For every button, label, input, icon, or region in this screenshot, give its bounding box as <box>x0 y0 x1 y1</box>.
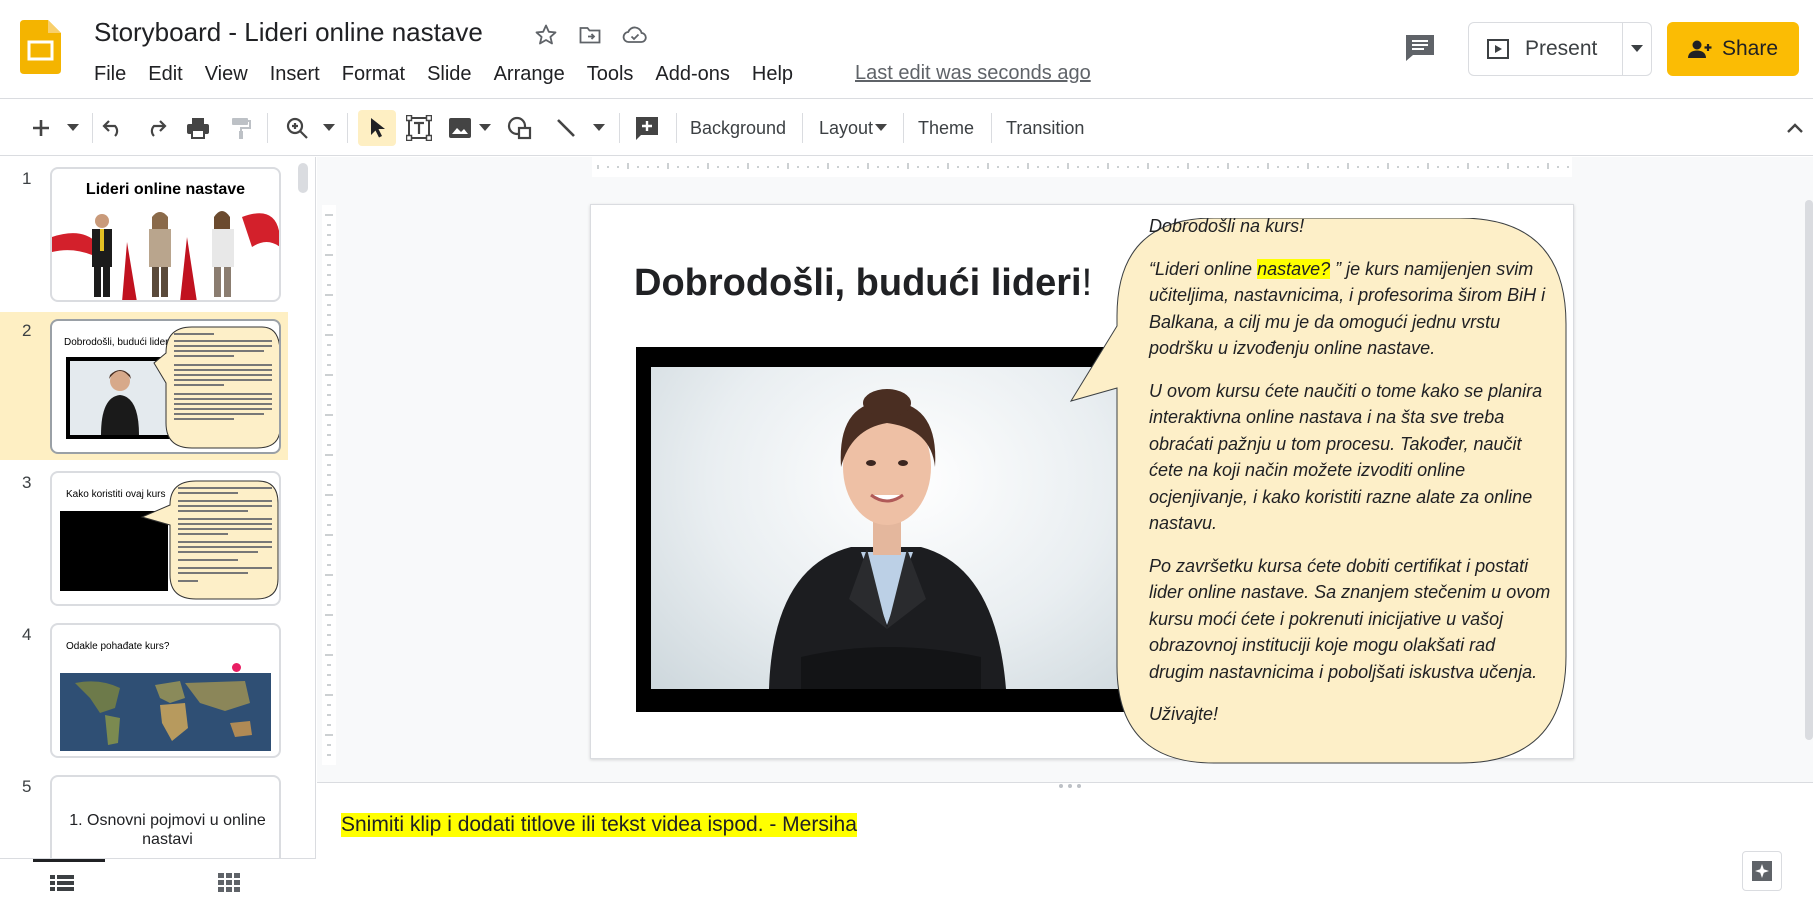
zoom-icon[interactable] <box>280 110 314 146</box>
speaker-notes-panel[interactable] <box>317 782 1813 906</box>
present-icon <box>1487 39 1509 59</box>
share-label: Share <box>1721 37 1779 60</box>
menu-arrange[interactable]: Arrange <box>483 60 576 89</box>
slide-number: 5 <box>22 777 32 796</box>
shape-icon[interactable] <box>503 110 537 146</box>
menu-slide[interactable]: Slide <box>416 60 482 89</box>
theme-button[interactable]: Theme <box>918 110 974 146</box>
businesswoman-photo[interactable] <box>651 367 1119 689</box>
print-icon[interactable] <box>181 110 215 146</box>
paint-format-icon[interactable] <box>224 110 258 146</box>
filmstrip-view-tabs <box>0 858 316 906</box>
vertical-ruler[interactable] <box>322 205 336 765</box>
filmstrip-view-icon[interactable] <box>50 873 74 898</box>
slide-thumbnail-4[interactable]: Odakle pohađate kurs? <box>50 623 281 758</box>
new-slide-layout-dropdown-icon[interactable] <box>62 110 84 146</box>
star-icon[interactable] <box>533 22 559 48</box>
present-label: Present <box>1525 37 1598 60</box>
add-comment-icon[interactable] <box>630 110 664 146</box>
world-map-thumbnail <box>60 673 271 751</box>
menu-view[interactable]: View <box>194 60 259 89</box>
slide-thumbnail-1[interactable]: Lideri online nastave <box>50 167 281 302</box>
select-pointer-icon[interactable] <box>358 110 396 146</box>
hide-menus-chevron-up-icon[interactable] <box>1780 110 1810 146</box>
document-title[interactable]: Storyboard - Lideri online nastave <box>94 17 483 48</box>
menu-edit[interactable]: Edit <box>137 60 193 89</box>
transition-button[interactable]: Transition <box>1006 110 1084 146</box>
slides-logo-icon[interactable] <box>20 20 61 74</box>
new-slide-icon[interactable] <box>22 110 60 146</box>
image-dropdown-icon[interactable] <box>475 110 495 146</box>
menu-help[interactable]: Help <box>741 60 804 89</box>
person-add-icon <box>1687 39 1712 59</box>
comments-icon[interactable] <box>1402 30 1438 66</box>
image-icon[interactable] <box>443 110 477 146</box>
horizontal-ruler[interactable] <box>592 157 1572 177</box>
slide-thumbnail-2[interactable]: Dobrodošli, budući lideri! <box>50 319 281 454</box>
slide-number: 3 <box>22 473 32 492</box>
slide-thumbnail-title: Lideri online nastave <box>85 181 246 198</box>
menu-file[interactable]: File <box>83 60 137 89</box>
slide-number: 2 <box>22 321 32 340</box>
line-icon[interactable] <box>549 110 583 146</box>
caret-down-icon <box>875 124 888 131</box>
menu-insert[interactable]: Insert <box>259 60 331 89</box>
menu-tools[interactable]: Tools <box>576 60 645 89</box>
slide-number: 1 <box>22 169 32 188</box>
filmstrip-scrollbar[interactable] <box>298 163 308 193</box>
cloud-saved-icon[interactable] <box>622 22 648 48</box>
slide-thumbnail-title: 1. Osnovni pojmovi u online nastavi <box>69 812 266 848</box>
zoom-dropdown-icon[interactable] <box>318 110 340 146</box>
callout-greeting: Dobrodošli na kurs! <box>1149 216 1305 236</box>
menu-add-ons[interactable]: Add-ons <box>644 60 741 89</box>
slide-number: 4 <box>22 625 32 644</box>
menu-format[interactable]: Format <box>331 60 416 89</box>
canvas-scrollbar[interactable] <box>1805 200 1813 740</box>
thumbnail-leaders-illustration <box>52 211 279 300</box>
grid-view-icon[interactable] <box>218 873 240 898</box>
callout-paragraph-2: U ovom kursu ćete naučiti o tome kako se… <box>1149 380 1543 534</box>
share-button[interactable]: Share <box>1667 22 1799 76</box>
explore-sparkle-icon <box>1752 861 1772 881</box>
callout-text[interactable]: Dobrodošli na kurs! “Lideri online nasta… <box>1149 213 1554 744</box>
callout-paragraph-1: “Lideri online nastave? ” je kurs namije… <box>1149 258 1546 358</box>
explore-button[interactable] <box>1742 851 1782 891</box>
layout-label: Layout <box>819 117 874 138</box>
present-button[interactable]: Present <box>1468 22 1623 76</box>
menu-bar: File Edit View Insert Format Slide Arran… <box>83 60 804 89</box>
last-edit-link[interactable]: Last edit was seconds ago <box>855 62 1091 85</box>
notes-resize-handle[interactable] <box>1055 777 1085 788</box>
undo-icon[interactable] <box>96 110 130 146</box>
slide-thumbnail-3[interactable]: Kako koristiti ovaj kurs <box>50 471 281 606</box>
present-options-dropdown[interactable] <box>1622 22 1652 76</box>
slide-filmstrip[interactable]: 1 Lideri online nastave 2 Dobrodošli, bu… <box>0 157 316 906</box>
speaker-notes-text[interactable]: Snimiti klip i dodati titlove ili tekst … <box>341 813 857 837</box>
line-dropdown-icon[interactable] <box>588 110 610 146</box>
layout-button[interactable]: Layout <box>819 110 888 146</box>
callout-paragraph-3: Po završetku kursa ćete dobiti certifika… <box>1149 555 1551 682</box>
caret-down-icon <box>1630 45 1643 52</box>
slide-title[interactable]: Dobrodošli, budući lideri! <box>634 262 1092 305</box>
callout-closing: Uživajte! <box>1149 704 1219 724</box>
text-box-icon[interactable] <box>402 110 436 146</box>
background-button[interactable]: Background <box>690 110 786 146</box>
move-to-folder-icon[interactable] <box>577 22 603 48</box>
redo-icon[interactable] <box>139 110 173 146</box>
slide-thumbnail-title: Odakle pohađate kurs? <box>66 641 170 652</box>
toolbar: Background Layout Theme Transition <box>0 98 1813 156</box>
